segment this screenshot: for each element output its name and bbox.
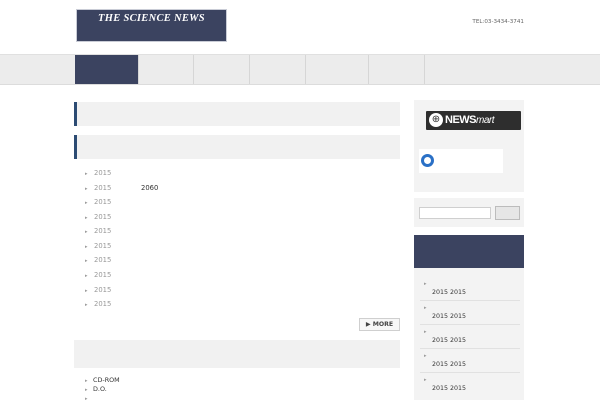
- news-item[interactable]: ▸ 2015: [85, 224, 400, 238]
- triangle-bullet-icon: ▸: [424, 305, 427, 311]
- triangle-bullet-icon: ▸: [424, 281, 427, 287]
- triangle-bullet-icon: ▸: [424, 329, 427, 335]
- triangle-bullet-icon: ▸: [85, 258, 88, 264]
- events-heading: [414, 235, 524, 268]
- triangle-bullet-icon: ▸: [85, 273, 88, 279]
- news-item[interactable]: ▸ 2015: [85, 268, 400, 282]
- event-dates: 2015 2015: [432, 361, 467, 368]
- triangle-bullet-icon: ▸: [85, 200, 88, 206]
- news-item[interactable]: ▸ 2015: [85, 253, 400, 267]
- news-item[interactable]: ▸ 2015: [85, 166, 400, 180]
- news-item[interactable]: ▸ 2015: [85, 195, 400, 209]
- triangle-bullet-icon: ▸: [85, 171, 88, 177]
- section-heading-news: [74, 135, 400, 159]
- bottom-section-bar: [74, 340, 400, 368]
- logo-title: THE SCIENCE NEWS: [98, 13, 205, 24]
- list-item[interactable]: ▸: [85, 394, 93, 404]
- section-heading-first: [74, 102, 400, 126]
- divider: [420, 300, 520, 301]
- news-item[interactable]: ▸ 2015: [85, 283, 400, 297]
- event-dates: 2015 2015: [432, 313, 467, 320]
- triangle-bullet-icon: ▸: [85, 244, 88, 250]
- triangle-bullet-icon: ▸: [85, 302, 88, 308]
- triangle-bullet-icon: ▸: [85, 215, 88, 221]
- nav-item-6[interactable]: [369, 55, 425, 84]
- nav-item-1[interactable]: [75, 55, 139, 84]
- nav-item-3[interactable]: [194, 55, 250, 84]
- event-dates: 2015 2015: [432, 289, 467, 296]
- play-icon: ▶: [365, 321, 373, 328]
- triangle-bullet-icon: ▸: [85, 229, 88, 235]
- event-dates: 2015 2015: [432, 337, 467, 344]
- nikkei-logo-mark: [421, 154, 434, 167]
- news-item[interactable]: ▸ 2015: [85, 239, 400, 253]
- globe-icon: ⊕: [429, 113, 443, 127]
- search-input[interactable]: [419, 207, 491, 219]
- divider: [420, 324, 520, 325]
- site-logo[interactable]: THE SCIENCE NEWS: [76, 9, 227, 42]
- main-nav: [0, 54, 600, 85]
- more-button[interactable]: ▶ MORE: [359, 318, 400, 331]
- news-item[interactable]: ▸ 2015: [85, 210, 400, 224]
- divider: [420, 372, 520, 373]
- triangle-bullet-icon: ▸: [85, 288, 88, 294]
- triangle-bullet-icon: ▸: [424, 353, 427, 359]
- newsmart-logo-text: NEWSmart: [445, 114, 495, 126]
- header-contact: TEL:03-3434-3741: [472, 19, 524, 25]
- nav-item-2[interactable]: [139, 55, 194, 84]
- search-button[interactable]: [495, 206, 520, 220]
- news-item[interactable]: ▸ 2015 2060: [85, 181, 400, 195]
- nav-item-5[interactable]: [306, 55, 369, 84]
- triangle-bullet-icon: ▸: [85, 186, 88, 192]
- triangle-bullet-icon: ▸: [424, 377, 427, 383]
- event-dates: 2015 2015: [432, 385, 467, 392]
- divider: [420, 348, 520, 349]
- events-list: [414, 268, 524, 400]
- nav-item-4[interactable]: [250, 55, 306, 84]
- news-item[interactable]: ▸ 2015: [85, 297, 400, 311]
